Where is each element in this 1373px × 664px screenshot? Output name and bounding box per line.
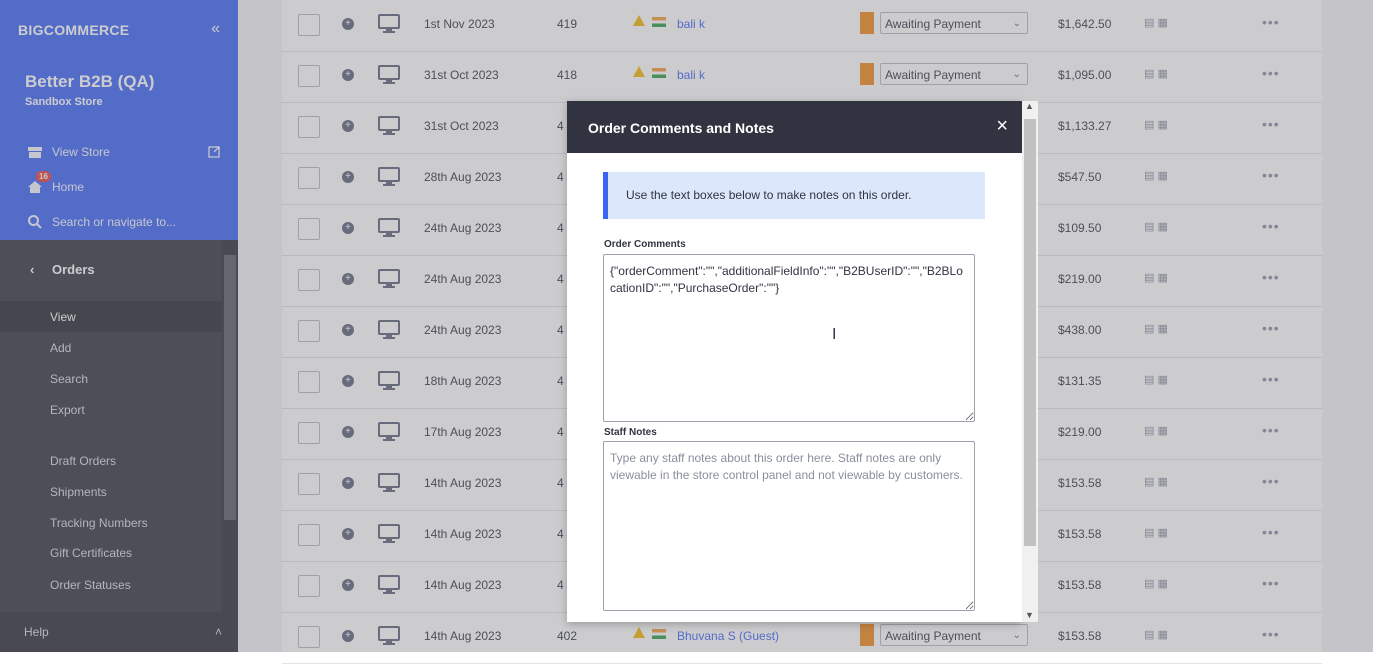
modal-title: Order Comments and Notes	[588, 120, 774, 136]
order-comments-modal: Order Comments and Notes × Use the text …	[567, 101, 1022, 622]
order-comments-label: Order Comments	[604, 239, 686, 250]
info-banner: Use the text boxes below to make notes o…	[603, 172, 985, 219]
staff-notes-textarea[interactable]	[603, 441, 975, 611]
staff-notes-label: Staff Notes	[604, 427, 657, 438]
scroll-up-icon[interactable]: ▲	[1025, 101, 1034, 111]
text-cursor-icon: I	[832, 326, 837, 343]
info-text: Use the text boxes below to make notes o…	[626, 188, 912, 202]
scroll-down-icon[interactable]: ▼	[1025, 610, 1034, 620]
close-icon[interactable]: ×	[996, 115, 1008, 138]
modal-scrollbar[interactable]: ▲ ▼	[1022, 101, 1038, 622]
order-comments-textarea[interactable]	[603, 254, 975, 422]
modal-header: Order Comments and Notes ×	[567, 101, 1022, 153]
modal-scroll-thumb[interactable]	[1024, 119, 1036, 546]
